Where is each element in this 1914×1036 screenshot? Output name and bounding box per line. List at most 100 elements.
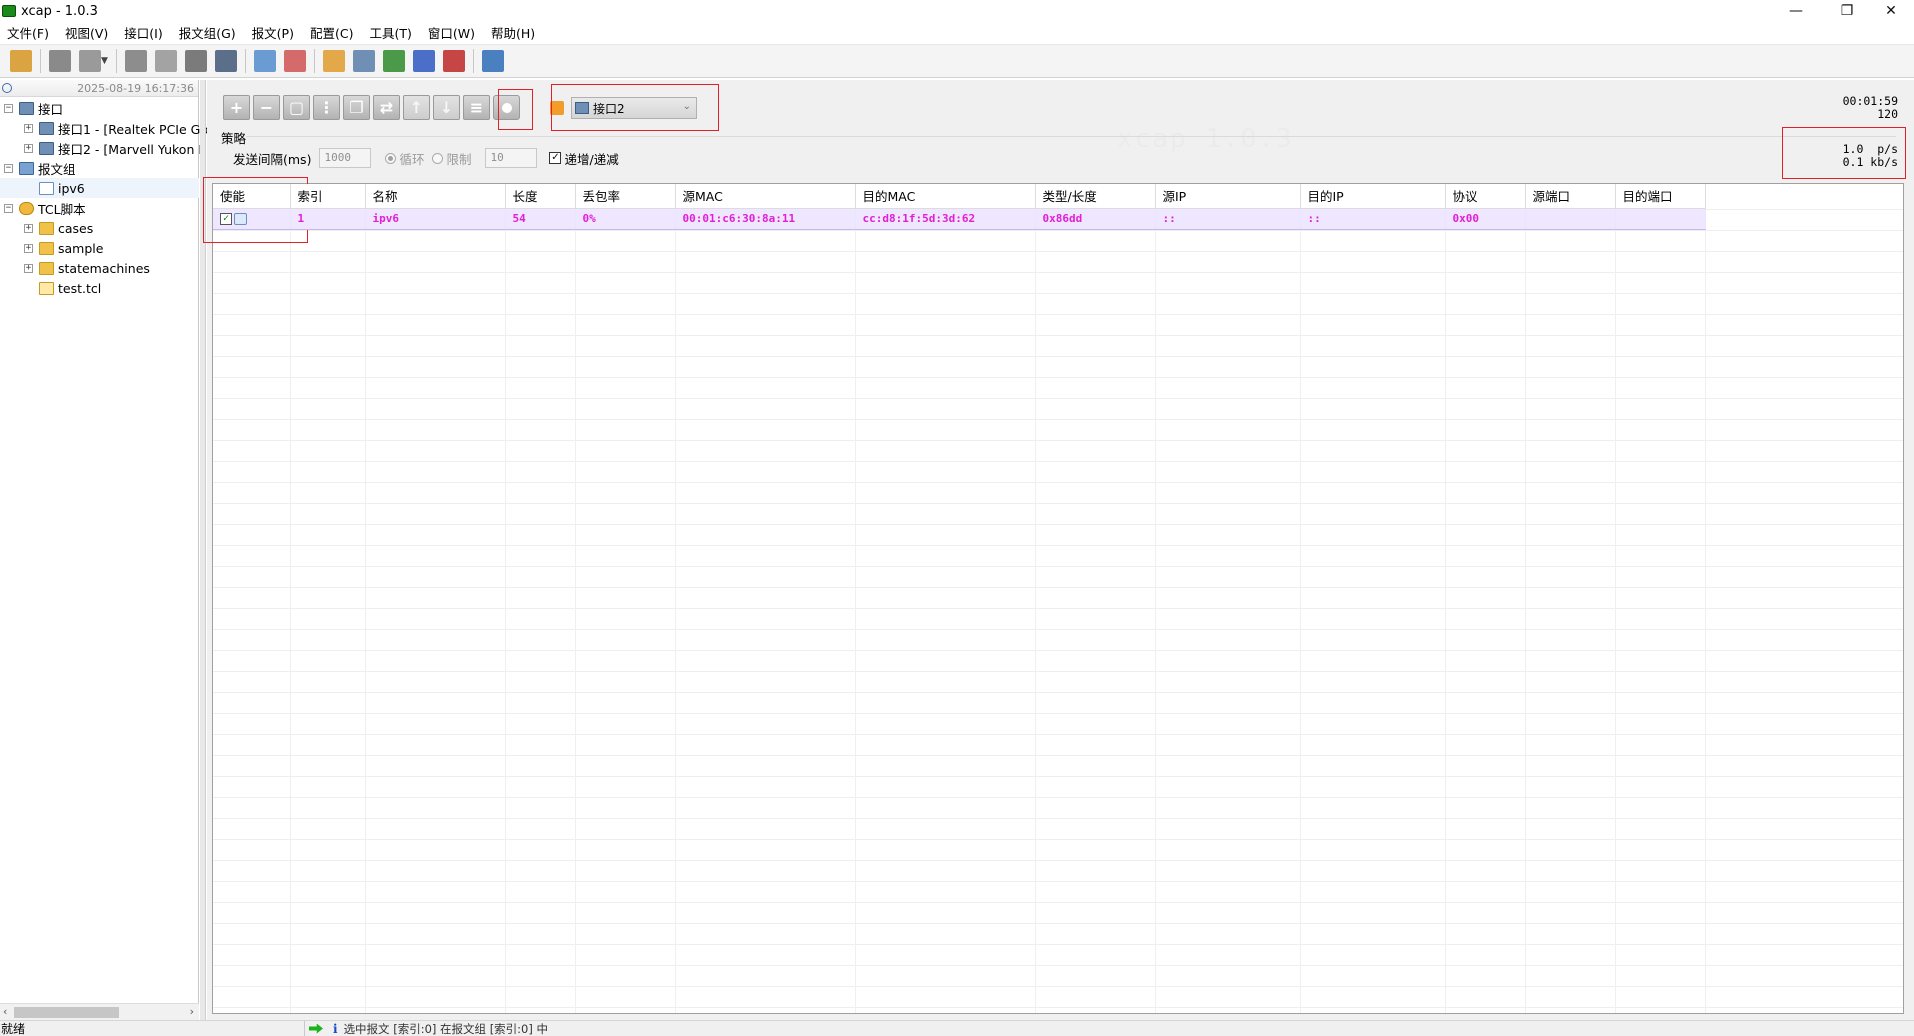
- scroll-right-icon[interactable]: ›: [190, 1005, 194, 1018]
- column-header-dst-port[interactable]: 目的端口: [1615, 184, 1706, 209]
- tree-packet-groups[interactable]: − 报文组: [4, 158, 76, 178]
- add-packet-button[interactable]: +: [223, 95, 250, 120]
- menu-file[interactable]: 文件(F): [0, 23, 58, 42]
- tree-interface-2[interactable]: + 接口2 - [Marvell Yukon E: [24, 138, 206, 158]
- limit-input[interactable]: 10: [485, 148, 538, 168]
- table-grid: [213, 209, 1903, 1013]
- collapse-icon[interactable]: −: [4, 203, 13, 213]
- menu-help[interactable]: 帮助(H): [484, 23, 544, 42]
- filter-icon[interactable]: [442, 50, 465, 72]
- limit-radio[interactable]: [432, 152, 444, 164]
- tree-label: cases: [58, 220, 94, 236]
- menu-config[interactable]: 配置(C): [303, 23, 362, 42]
- duplicate-icon[interactable]: ❐: [343, 95, 370, 120]
- send-icon[interactable]: [124, 50, 147, 72]
- column-header-index[interactable]: 索引: [290, 184, 366, 209]
- column-header-src-ip[interactable]: 源IP: [1155, 184, 1301, 209]
- incdec-checkbox[interactable]: ✓: [549, 152, 562, 164]
- enable-checkbox[interactable]: ✓: [220, 213, 232, 225]
- toolbar-separator: [472, 49, 474, 73]
- list-icon[interactable]: [352, 50, 375, 72]
- menu-packet[interactable]: 报文(P): [245, 23, 303, 42]
- expand-icon[interactable]: +: [24, 143, 33, 153]
- minimize-button[interactable]: —: [1773, 0, 1819, 22]
- menu-view[interactable]: 视图(V): [58, 23, 117, 42]
- packet-count: 120: [1877, 107, 1898, 121]
- network-icon: [19, 101, 34, 115]
- menu-interface[interactable]: 接口(I): [117, 23, 171, 42]
- menu-window[interactable]: 窗口(W): [421, 23, 484, 42]
- tree-interface-1[interactable]: + 接口1 - [Realtek PCIe GbE: [24, 118, 216, 138]
- connect-icon[interactable]: [49, 50, 71, 72]
- tree-label: sample: [58, 240, 104, 256]
- scroll-left-icon[interactable]: ‹: [3, 1005, 7, 1018]
- tree-label: 接口1 - [Realtek PCIe GbE: [58, 121, 217, 137]
- status-message: 选中报文 [索引:0] 在报文组 [索引:0] 中: [343, 1021, 549, 1036]
- settings-list-icon[interactable]: ≡: [463, 95, 490, 120]
- cell-enable[interactable]: ✓: [213, 207, 291, 230]
- add-group-icon[interactable]: [253, 50, 276, 72]
- tree-tcl-scripts[interactable]: − TCL脚本: [4, 198, 86, 218]
- replace-icon[interactable]: ⇄: [373, 95, 400, 120]
- column-header-name[interactable]: 名称: [365, 184, 506, 209]
- remove-group-icon[interactable]: [283, 50, 306, 72]
- copy-icon[interactable]: ▢: [283, 95, 310, 120]
- packet-group-icon: [19, 161, 34, 175]
- collapse-icon[interactable]: −: [4, 163, 13, 173]
- expand-icon[interactable]: +: [24, 123, 33, 133]
- expand-icon[interactable]: +: [24, 223, 33, 233]
- nic-icon: [39, 121, 54, 135]
- column-header-src-port[interactable]: 源端口: [1525, 184, 1616, 209]
- cell-loss: 0%: [575, 207, 676, 230]
- window-title: xcap - 1.0.3: [21, 3, 98, 19]
- expand-icon[interactable]: +: [24, 243, 33, 253]
- dropdown-arrow-icon[interactable]: ▼: [101, 56, 108, 66]
- tree-folder-sample[interactable]: + sample: [24, 238, 103, 258]
- tree-interfaces[interactable]: − 接口: [4, 98, 63, 118]
- table-row[interactable]: ✓ 1 ipv6 54 0% 00:01:c6:30:8a:11 cc:d8:1…: [213, 207, 1706, 230]
- tree-file-test-tcl[interactable]: test.tcl: [39, 278, 101, 298]
- menu-packet-group[interactable]: 报文组(G): [172, 23, 245, 42]
- column-header-enable[interactable]: 使能: [213, 184, 291, 209]
- close-button[interactable]: ✕: [1868, 0, 1914, 22]
- scrollbar-thumb[interactable]: [14, 1007, 119, 1018]
- cell-index: 1: [290, 207, 366, 230]
- disconnect-icon[interactable]: [79, 50, 101, 72]
- capture-icon[interactable]: [184, 50, 207, 72]
- horizontal-scrollbar[interactable]: ‹ ›: [0, 1003, 199, 1020]
- edit-icon[interactable]: [322, 50, 345, 72]
- cell-src-port: [1525, 207, 1616, 230]
- collapse-icon[interactable]: −: [4, 103, 13, 113]
- chat-icon[interactable]: [481, 50, 504, 72]
- app-icon: [2, 5, 16, 17]
- restore-button[interactable]: ❐: [1824, 0, 1870, 22]
- expand-icon[interactable]: +: [24, 263, 33, 273]
- move-down-icon[interactable]: ↓: [433, 95, 460, 120]
- export-icon[interactable]: [382, 50, 405, 72]
- column-header-protocol[interactable]: 协议: [1445, 184, 1526, 209]
- column-header-type[interactable]: 类型/长度: [1035, 184, 1156, 209]
- tree-folder-statemachines[interactable]: + statemachines: [24, 258, 150, 278]
- toolbar-separator: [244, 49, 246, 73]
- menu-tools[interactable]: 工具(T): [362, 23, 420, 42]
- book-icon[interactable]: [214, 50, 237, 72]
- column-header-src-mac[interactable]: 源MAC: [675, 184, 856, 209]
- grid-column-line: [1035, 209, 1036, 1013]
- remove-packet-button[interactable]: −: [253, 95, 280, 120]
- move-up-icon[interactable]: ↑: [403, 95, 430, 120]
- split-icon[interactable]: ⋮: [313, 95, 340, 120]
- info-icon: i: [333, 1021, 338, 1036]
- interval-input[interactable]: 1000: [319, 148, 372, 168]
- tree-group-ipv6[interactable]: ipv6: [0, 178, 199, 198]
- column-header-dst-ip[interactable]: 目的IP: [1300, 184, 1446, 209]
- loop-radio[interactable]: [385, 152, 397, 164]
- chart-icon[interactable]: [412, 50, 435, 72]
- column-header-length[interactable]: 长度: [505, 184, 576, 209]
- open-workspace-icon[interactable]: [10, 50, 32, 72]
- column-header-dst-mac[interactable]: 目的MAC: [855, 184, 1036, 209]
- nic-icon: [39, 141, 54, 155]
- tree-folder-cases[interactable]: + cases: [24, 218, 93, 238]
- column-header-loss[interactable]: 丢包率: [575, 184, 676, 209]
- stop-icon[interactable]: [154, 50, 177, 72]
- grid-column-line: [1155, 209, 1156, 1013]
